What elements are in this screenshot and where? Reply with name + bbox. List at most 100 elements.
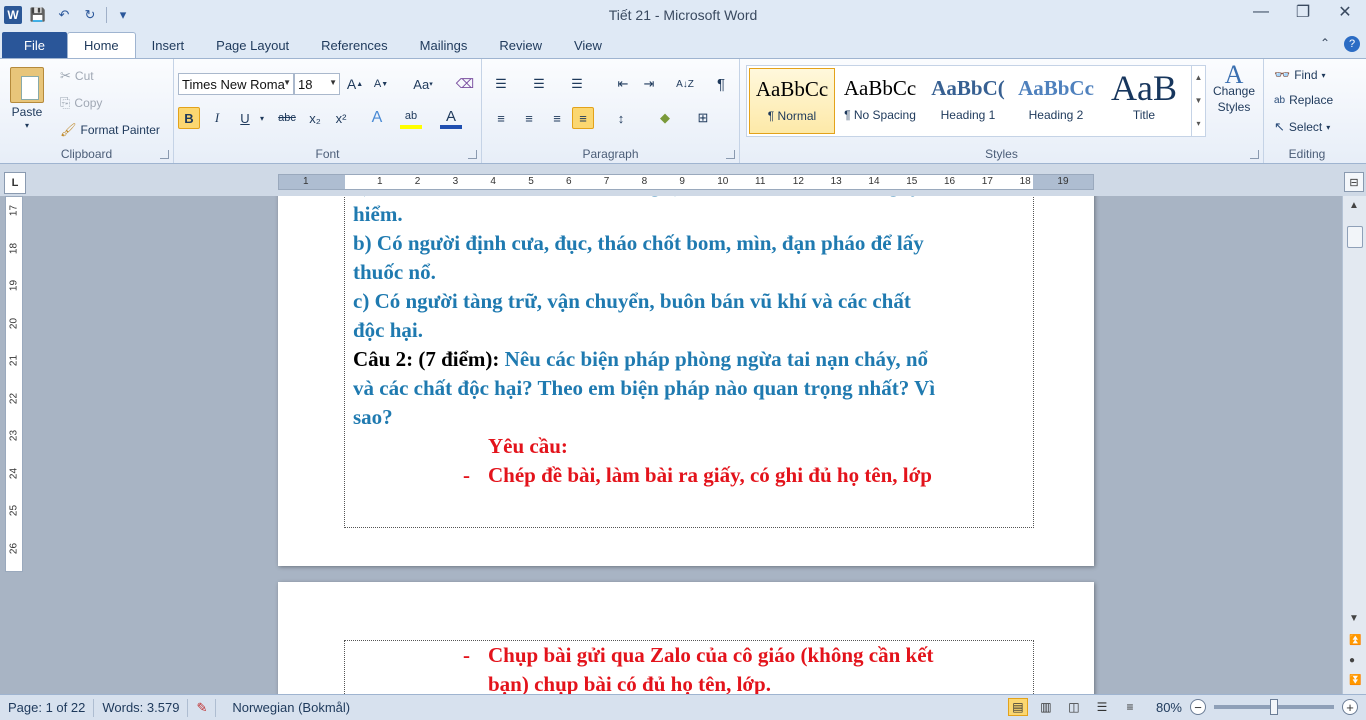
copy-button[interactable]: ⎘ Copy [60, 95, 102, 111]
styles-scroll-up-icon[interactable]: ▲ [1192, 66, 1205, 89]
scroll-up-icon[interactable]: ▲ [1349, 200, 1359, 211]
vertical-ruler[interactable]: 17 18 19 20 21 22 23 24 25 26 [5, 196, 23, 572]
tab-file[interactable]: File [2, 32, 67, 58]
underline-dropdown-icon[interactable]: ▾ [256, 107, 268, 129]
style-no-spacing[interactable]: AaBbCc ¶ No Spacing [837, 68, 923, 134]
justify-button[interactable]: ≡ [572, 107, 594, 129]
multilevel-list-button[interactable]: ☰ [566, 73, 588, 95]
outline-view-icon[interactable]: ☰ [1092, 698, 1112, 716]
web-layout-view-icon[interactable]: ◫ [1064, 698, 1084, 716]
clear-formatting-button[interactable]: ⌫ [454, 73, 476, 95]
styles-gallery-scroll[interactable]: ▲ ▼ ▾ [1191, 66, 1205, 136]
format-painter-button[interactable]: 🖌 Format Painter [60, 122, 160, 138]
view-ruler-button[interactable]: ⊟ [1344, 172, 1364, 192]
save-icon[interactable]: 💾 [28, 5, 48, 25]
zoom-out-button[interactable]: − [1190, 699, 1206, 715]
word-count[interactable]: Words: 3.579 [94, 698, 189, 717]
center-button[interactable]: ≡ [518, 107, 540, 129]
tab-review[interactable]: Review [483, 32, 558, 58]
horizontal-ruler[interactable]: 1 1 2 3 4 5 6 7 8 9 10 11 12 13 14 15 16 17 18 19 [278, 174, 1094, 190]
redo-icon[interactable]: ↻ [80, 5, 100, 25]
grow-font-button[interactable]: A ▲ [344, 73, 366, 95]
close-button[interactable]: ✕ [1324, 0, 1366, 24]
cut-button[interactable]: ✂ Cut [60, 68, 94, 84]
decrease-indent-button[interactable]: ⇤ [612, 73, 634, 95]
sort-button[interactable]: A↓Z [672, 73, 698, 95]
superscript-button[interactable]: x² [330, 107, 352, 129]
tab-selector[interactable]: L [4, 172, 26, 194]
full-screen-reading-view-icon[interactable]: ▥ [1036, 698, 1056, 716]
zoom-level[interactable]: 80% [1156, 700, 1182, 715]
answer-option-line: thuốc nổ. [353, 260, 436, 284]
align-right-button[interactable]: ≡ [546, 107, 568, 129]
draft-view-icon[interactable]: ≡ [1120, 698, 1140, 716]
styles-more-icon[interactable]: ▾ [1192, 112, 1205, 135]
scroll-down-icon[interactable]: ▼ [1349, 613, 1359, 624]
shading-button[interactable]: ◆ [654, 107, 676, 129]
replace-button[interactable]: ab Replace [1274, 93, 1333, 107]
tab-references[interactable]: References [305, 32, 403, 58]
language-indicator[interactable]: Norwegian (Bokmål) [216, 699, 358, 717]
zoom-slider-thumb[interactable] [1270, 699, 1278, 715]
tab-mailings[interactable]: Mailings [404, 32, 484, 58]
paste-button[interactable]: Paste ▾ [10, 67, 44, 130]
undo-icon[interactable]: ↶ [54, 5, 74, 25]
underline-button[interactable]: U [234, 107, 256, 129]
font-launcher-icon[interactable] [468, 150, 477, 159]
browse-object-icon[interactable]: ● [1349, 655, 1355, 666]
line-spacing-button[interactable]: ↕ [610, 107, 632, 129]
word-logo-icon[interactable]: W [4, 6, 22, 24]
print-layout-view-icon[interactable]: ▤ [1007, 698, 1028, 716]
numbering-button[interactable]: ☰ [528, 73, 550, 95]
next-page-icon[interactable]: ⏬ [1349, 675, 1361, 686]
highlight-button[interactable]: ab [400, 107, 422, 129]
align-left-button[interactable]: ≡ [490, 107, 512, 129]
page-count[interactable]: Page: 1 of 22 [0, 698, 95, 717]
italic-button[interactable]: I [206, 107, 228, 129]
shrink-font-button[interactable]: A ▼ [370, 73, 392, 95]
styles-scroll-down-icon[interactable]: ▼ [1192, 89, 1205, 112]
tab-view[interactable]: View [558, 32, 618, 58]
font-name-combo[interactable]: Times New Roma ▼ [178, 73, 294, 95]
style-heading-2[interactable]: AaBbCc Heading 2 [1013, 68, 1099, 134]
change-case-button[interactable]: Aa ▾ [408, 73, 438, 95]
minimize-ribbon-icon[interactable]: ⌃ [1320, 36, 1330, 52]
styles-launcher-icon[interactable] [1250, 150, 1259, 159]
vertical-scrollbar[interactable]: ▲ ▼ ⏫ ● ⏬ [1342, 196, 1366, 694]
borders-button[interactable]: ⊞ [692, 107, 714, 129]
show-marks-button[interactable]: ¶ [710, 73, 732, 95]
style-title[interactable]: AaB Title [1101, 68, 1187, 134]
font-size-dropdown-icon[interactable]: ▼ [329, 78, 337, 87]
tab-page-layout[interactable]: Page Layout [200, 32, 305, 58]
scroll-thumb[interactable] [1347, 226, 1363, 248]
help-icon[interactable]: ? [1344, 36, 1360, 52]
question-2-line-2: và các chất độc hại? Theo em biện pháp n… [353, 376, 936, 400]
text-effects-button[interactable]: A [366, 107, 388, 129]
select-button[interactable]: ↖ Select ▾ [1274, 119, 1330, 135]
strikethrough-button[interactable]: abc [274, 107, 300, 129]
proofing-status[interactable]: ✎ [188, 698, 217, 717]
customize-qat-icon[interactable]: ▾ [113, 5, 133, 25]
zoom-slider[interactable] [1214, 699, 1334, 715]
change-styles-button[interactable]: A Change Styles [1210, 62, 1258, 115]
style-normal[interactable]: AaBbCc ¶ Normal [749, 68, 835, 134]
tab-home[interactable]: Home [66, 32, 136, 58]
bold-button[interactable]: B [178, 107, 200, 129]
clipboard-launcher-icon[interactable] [160, 150, 169, 159]
page-2-textbox[interactable]: - Chụp bài gửi qua Zalo của cô giáo (khôn… [344, 640, 1034, 694]
style-heading-1[interactable]: AaBbC( Heading 1 [925, 68, 1011, 134]
font-size-combo[interactable]: 18 ▼ [294, 73, 340, 95]
font-color-button[interactable]: A [440, 107, 462, 129]
page-1-textbox[interactable]: a) Đặt sẽ hoặc các em nhỏ chơi, nghịch c… [344, 196, 1034, 528]
minimize-button[interactable]: — [1240, 0, 1282, 24]
zoom-in-button[interactable]: + [1342, 699, 1358, 715]
paragraph-launcher-icon[interactable] [726, 150, 735, 159]
subscript-button[interactable]: x₂ [304, 107, 326, 129]
font-name-dropdown-icon[interactable]: ▼ [283, 78, 291, 87]
previous-page-icon[interactable]: ⏫ [1349, 635, 1361, 646]
tab-insert[interactable]: Insert [136, 32, 201, 58]
increase-indent-button[interactable]: ⇥ [638, 73, 660, 95]
restore-button[interactable]: ❐ [1282, 0, 1324, 24]
find-button[interactable]: 👓 Find ▾ [1274, 67, 1326, 83]
bullets-button[interactable]: ☰ [490, 73, 512, 95]
